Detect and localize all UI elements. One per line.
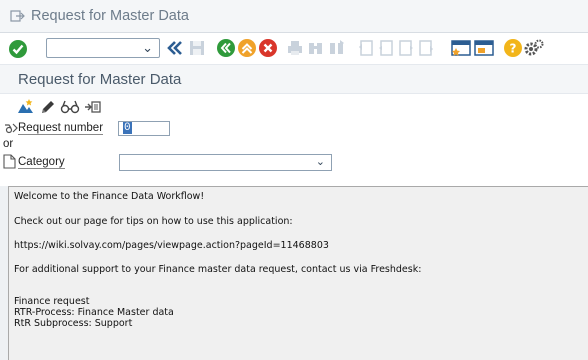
screen-title-bar: Request for Master Data — [0, 64, 588, 94]
back-green-icon[interactable] — [216, 38, 236, 58]
change-icon[interactable] — [39, 98, 57, 116]
window-title: Request for Master Data — [31, 8, 189, 24]
previous-page-icon[interactable] — [377, 39, 395, 57]
cancel-icon[interactable] — [258, 38, 278, 58]
info-line-finance-request: Finance request — [14, 296, 90, 307]
exit-session-icon[interactable] — [9, 8, 25, 24]
screen-title: Request for Master Data — [18, 70, 182, 88]
panel-left-border — [0, 186, 8, 360]
window-titlebar: Request for Master Data — [0, 0, 588, 33]
request-number-input[interactable]: 0 — [118, 121, 170, 136]
find-icon[interactable] — [307, 39, 325, 57]
svg-text:?: ? — [510, 42, 517, 56]
next-page-icon[interactable] — [397, 39, 415, 57]
category-select[interactable]: ⌄ — [119, 154, 332, 171]
info-line-rtr-process: RTR-Process: Finance Master data — [14, 307, 174, 318]
new-session-icon[interactable] — [451, 39, 471, 57]
help-icon[interactable]: ? — [503, 38, 523, 58]
last-page-icon[interactable] — [417, 39, 435, 57]
info-line-welcome: Welcome to the Finance Data Workflow! — [14, 191, 205, 202]
category-label: Category — [18, 156, 65, 169]
find-next-icon[interactable] — [328, 39, 346, 57]
request-number-label: Request number — [18, 122, 104, 135]
info-line-tips: Check out our page for tips on how to us… — [14, 216, 293, 227]
document-icon — [3, 154, 16, 169]
info-line-support: For additional support to your Finance m… — [14, 264, 422, 275]
application-toolbar — [0, 95, 588, 121]
back-icon[interactable] — [164, 38, 184, 58]
print-icon[interactable] — [286, 39, 304, 57]
command-field[interactable]: ⌄ — [46, 38, 160, 58]
chevron-down-icon[interactable]: ⌄ — [316, 155, 325, 168]
save-icon[interactable] — [188, 39, 206, 57]
request-lookup-icon — [3, 121, 19, 135]
create-icon[interactable] — [16, 98, 34, 116]
customize-icon[interactable] — [523, 38, 545, 58]
chevron-down-icon[interactable]: ⌄ — [142, 40, 153, 56]
shortcut-icon[interactable] — [474, 39, 494, 57]
enter-icon[interactable] — [8, 39, 28, 59]
info-line-rtr-subprocess: RtR Subprocess: Support — [14, 318, 133, 329]
exit-icon[interactable] — [237, 38, 257, 58]
info-line-url: https://wiki.solvay.com/pages/viewpage.a… — [14, 240, 329, 251]
first-page-icon[interactable] — [357, 39, 375, 57]
other-request-icon[interactable] — [84, 98, 102, 116]
or-label: or — [3, 138, 14, 150]
display-icon[interactable] — [60, 98, 80, 116]
